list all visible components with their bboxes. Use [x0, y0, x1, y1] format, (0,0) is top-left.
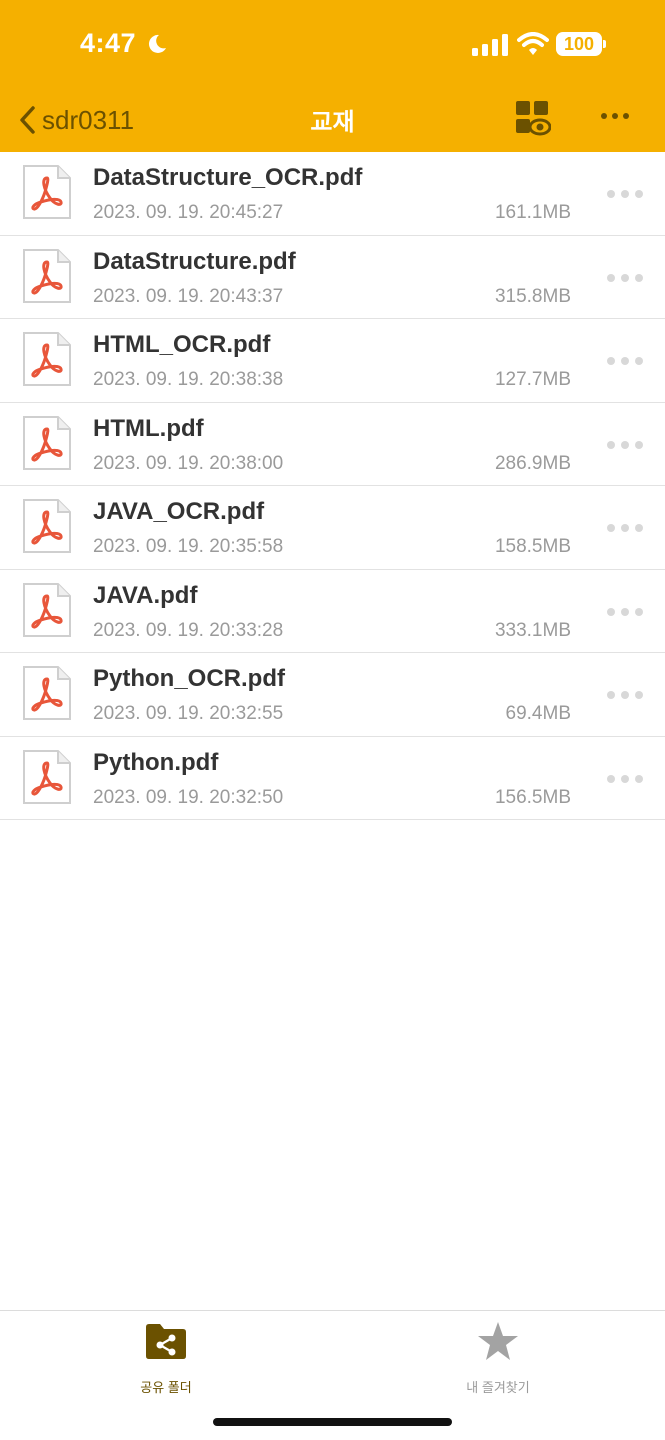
more-horizontal-icon[interactable]	[605, 520, 645, 536]
page-title: 교재	[310, 109, 355, 136]
more-horizontal-icon[interactable]	[605, 270, 645, 286]
file-name: JAVA_OCR.pdf	[93, 498, 265, 525]
status-bar: 4:47 100	[0, 0, 665, 90]
more-horizontal-icon[interactable]	[605, 771, 645, 787]
file-size: 315.8MB	[494, 285, 571, 307]
moon-icon	[148, 34, 166, 53]
battery-indicator: 100	[556, 32, 606, 56]
status-time: 4:47	[80, 28, 137, 58]
top-bar: 4:47 100 sdr0311 교재	[0, 0, 665, 152]
more-horizontal-icon[interactable]	[605, 604, 645, 620]
file-row[interactable]: DataStructure_OCR.pdf 2023. 09. 19. 20:4…	[0, 152, 665, 236]
pdf-file-icon	[23, 666, 71, 720]
pdf-file-icon	[23, 499, 71, 553]
file-name: DataStructure.pdf	[93, 247, 296, 275]
cellular-signal-icon	[472, 34, 508, 56]
pdf-file-icon	[23, 749, 71, 804]
file-row[interactable]: DataStructure.pdf 2023. 09. 19. 20:43:37…	[0, 236, 665, 319]
pdf-file-icon	[23, 332, 71, 386]
file-name: JAVA.pdf	[93, 581, 198, 609]
file-date: 2023. 09. 19. 20:35:58	[93, 536, 284, 557]
file-row[interactable]: HTML.pdf 2023. 09. 19. 20:38:00 286.9MB	[0, 403, 665, 486]
file-size: 333.1MB	[494, 619, 571, 641]
home-indicator	[213, 1418, 452, 1426]
file-name: HTML_OCR.pdf	[93, 331, 271, 358]
tab-favorites[interactable]: 내 즐겨찾기	[423, 1321, 573, 1395]
wifi-icon	[517, 32, 549, 55]
pdf-file-icon	[23, 165, 71, 219]
navigation-bar: sdr0311 교재	[0, 90, 665, 152]
file-row[interactable]: HTML_OCR.pdf 2023. 09. 19. 20:38:38 127.…	[0, 319, 665, 403]
more-horizontal-icon[interactable]	[605, 353, 645, 369]
file-row[interactable]: Python.pdf 2023. 09. 19. 20:32:50 156.5M…	[0, 737, 665, 820]
file-date: 2023. 09. 19. 20:38:38	[93, 369, 284, 390]
file-size: 156.5MB	[494, 786, 571, 808]
tab-favorites-label: 내 즐겨찾기	[466, 1380, 530, 1395]
star-icon	[478, 1322, 518, 1360]
file-date: 2023. 09. 19. 20:32:55	[93, 703, 284, 724]
battery-level: 100	[563, 34, 595, 54]
file-date: 2023. 09. 19. 20:38:00	[93, 452, 284, 474]
more-horizontal-icon[interactable]	[605, 437, 645, 453]
battery-tip	[603, 40, 606, 48]
file-size: 69.4MB	[505, 703, 571, 724]
file-row[interactable]: JAVA.pdf 2023. 09. 19. 20:33:28 333.1MB	[0, 570, 665, 653]
grid-view-eye-icon[interactable]	[515, 100, 551, 136]
more-horizontal-icon[interactable]	[605, 687, 645, 703]
file-name: Python_OCR.pdf	[93, 665, 285, 692]
file-row[interactable]: JAVA_OCR.pdf 2023. 09. 19. 20:35:58 158.…	[0, 486, 665, 570]
more-horizontal-icon[interactable]	[605, 186, 645, 202]
file-date: 2023. 09. 19. 20:33:28	[93, 619, 284, 641]
tab-shared-folder[interactable]: 공유 폴더	[91, 1321, 241, 1395]
shared-folder-icon	[146, 1324, 186, 1359]
file-size: 286.9MB	[494, 452, 571, 474]
file-date: 2023. 09. 19. 20:45:27	[93, 202, 284, 223]
pdf-file-icon	[23, 248, 71, 303]
file-size: 161.1MB	[494, 202, 571, 223]
file-name: HTML.pdf	[93, 414, 204, 442]
file-list: DataStructure_OCR.pdf 2023. 09. 19. 20:4…	[0, 152, 665, 820]
file-size: 127.7MB	[494, 369, 571, 390]
file-row[interactable]: Python_OCR.pdf 2023. 09. 19. 20:32:55 69…	[0, 653, 665, 737]
pdf-file-icon	[23, 582, 71, 637]
more-horizontal-icon[interactable]	[600, 106, 630, 126]
file-date: 2023. 09. 19. 20:43:37	[93, 285, 284, 307]
file-name: Python.pdf	[93, 748, 219, 776]
file-name: DataStructure_OCR.pdf	[93, 164, 363, 191]
pdf-file-icon	[23, 415, 71, 470]
file-date: 2023. 09. 19. 20:32:50	[93, 786, 284, 808]
file-size: 158.5MB	[494, 536, 571, 557]
tab-shared-folder-label: 공유 폴더	[140, 1380, 192, 1395]
